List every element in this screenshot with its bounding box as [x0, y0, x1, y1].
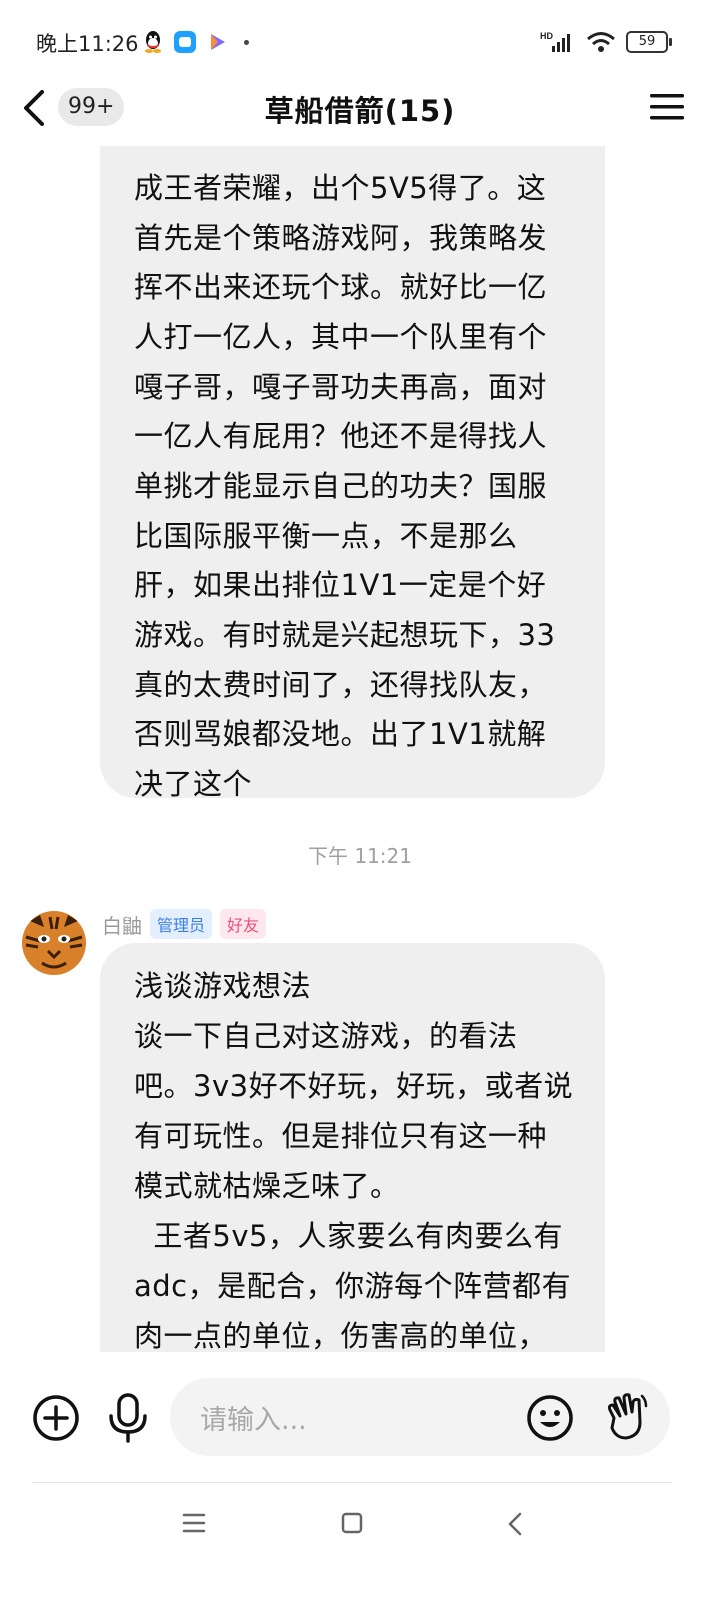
tiger-avatar-icon — [22, 911, 86, 975]
message-line: 成王者荣耀，出个5V5得了。这 — [134, 171, 547, 205]
menu-icon[interactable] — [650, 92, 684, 122]
message-line: 嘎子哥，嘎子哥功夫再高，面对 — [134, 370, 548, 404]
message-line: 人打一亿人，其中一个队里有个 — [134, 320, 548, 354]
status-time: 晚上11:26 — [36, 32, 139, 56]
message-line: 肉一点的单位，伤害高的单位， — [134, 1319, 548, 1352]
sender-name[interactable]: 白鼬 — [102, 910, 142, 939]
chat-app-icon — [174, 31, 196, 53]
friend-tag: 好友 — [220, 909, 267, 939]
message-line: 首先是个策略游戏阿，我策略发 — [134, 221, 548, 255]
status-right: HD 59 — [540, 30, 672, 54]
input-placeholder: 请输入... — [200, 1405, 307, 1436]
input-bar: 请输入... — [0, 1352, 720, 1482]
message-list[interactable]: 成王者荣耀，出个5V5得了。这 首先是个策略游戏阿，我策略发 挥不出来还玩个球。… — [0, 146, 720, 1352]
status-app-icons — [142, 30, 249, 54]
page-title: 草船借箭(15) — [264, 94, 456, 128]
mic-icon[interactable] — [106, 1392, 150, 1444]
message-line: 有可玩性。但是排位只有这一种 — [134, 1119, 548, 1153]
message-line: 决了这个 — [134, 767, 253, 801]
emoji-icon[interactable] — [526, 1394, 574, 1442]
message-line: 单挑才能显示自己的功夫？国服 — [134, 469, 548, 503]
chat-header: 99+ 草船借箭(15) — [0, 70, 720, 146]
message-line: 肝，如果出排位1V1一定是个好 — [134, 568, 547, 602]
message-line: 游戏。有时就是兴起想玩下，33 — [134, 618, 556, 652]
message-bubble[interactable]: 成王者荣耀，出个5V5得了。这 首先是个策略游戏阿，我策略发 挥不出来还玩个球。… — [100, 146, 605, 801]
avatar[interactable] — [22, 911, 86, 975]
nav-home-icon[interactable] — [341, 1511, 363, 1535]
wave-hand-icon[interactable] — [602, 1392, 650, 1442]
nav-back-icon[interactable] — [506, 1511, 524, 1537]
signal-icon: HD — [540, 31, 570, 52]
message-line: 谈一下自己对这游戏，的看法 — [134, 1019, 518, 1053]
video-app-icon — [211, 34, 225, 50]
message-line: 真的太费时间了，还得找队友， — [134, 668, 548, 702]
message-input[interactable]: 请输入... — [170, 1378, 670, 1456]
admin-tag: 管理员 — [150, 909, 213, 939]
add-icon[interactable] — [32, 1394, 80, 1442]
message-line: 吧。3v3好不好玩，好玩，或者说 — [134, 1069, 574, 1103]
more-notifications-dot — [244, 39, 249, 45]
svg-text:HD: HD — [540, 31, 553, 41]
message-line: 比国际服平衡一点，不是那么 — [134, 519, 518, 553]
system-nav-bar — [0, 1483, 720, 1600]
nav-menu-icon[interactable] — [182, 1511, 206, 1535]
message-line: 模式就枯燥乏味了。 — [134, 1169, 400, 1203]
message-timestamp: 下午 11:21 — [308, 844, 412, 868]
qq-icon — [145, 31, 161, 53]
message-line: 一亿人有屁用？他还不是得找人 — [134, 419, 548, 453]
message-bubble[interactable]: 浅谈游戏想法 谈一下自己对这游戏，的看法 吧。3v3好不好玩，好玩，或者说 有可… — [100, 943, 605, 1352]
battery-indicator: 59 — [626, 31, 672, 53]
sender-info: 白鼬 管理员 好友 — [102, 909, 267, 939]
wifi-icon — [587, 32, 615, 52]
message-line: 挥不出来还玩个球。就好比一亿 — [134, 270, 548, 304]
message-line: 王者5v5，人家要么有肉要么有 — [134, 1219, 564, 1253]
message-line: adc，是配合，你游每个阵营都有 — [134, 1269, 572, 1303]
message-line: 浅谈游戏想法 — [134, 969, 312, 1003]
message-line: 否则骂娘都没地。出了1V1就解 — [134, 717, 547, 751]
